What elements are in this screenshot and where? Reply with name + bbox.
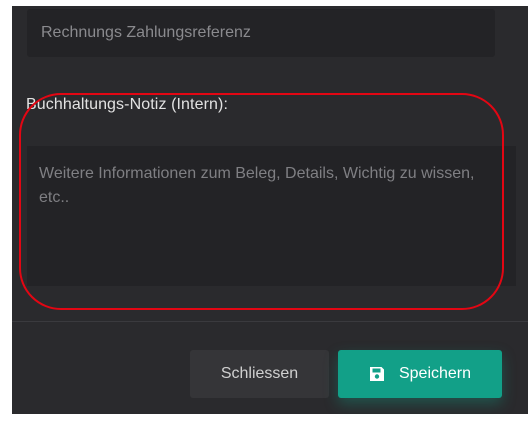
save-button-label: Speichern: [398, 365, 472, 382]
floppy-disk-icon: [369, 367, 384, 381]
accounting-note-textarea[interactable]: [27, 146, 516, 286]
payment-reference-input[interactable]: [27, 9, 495, 57]
close-button[interactable]: Schliessen: [190, 350, 329, 398]
accounting-note-label: Buchhaltungs-Notiz (Intern):: [26, 96, 229, 113]
save-button[interactable]: Speichern: [338, 350, 502, 398]
footer-divider: [12, 321, 528, 322]
